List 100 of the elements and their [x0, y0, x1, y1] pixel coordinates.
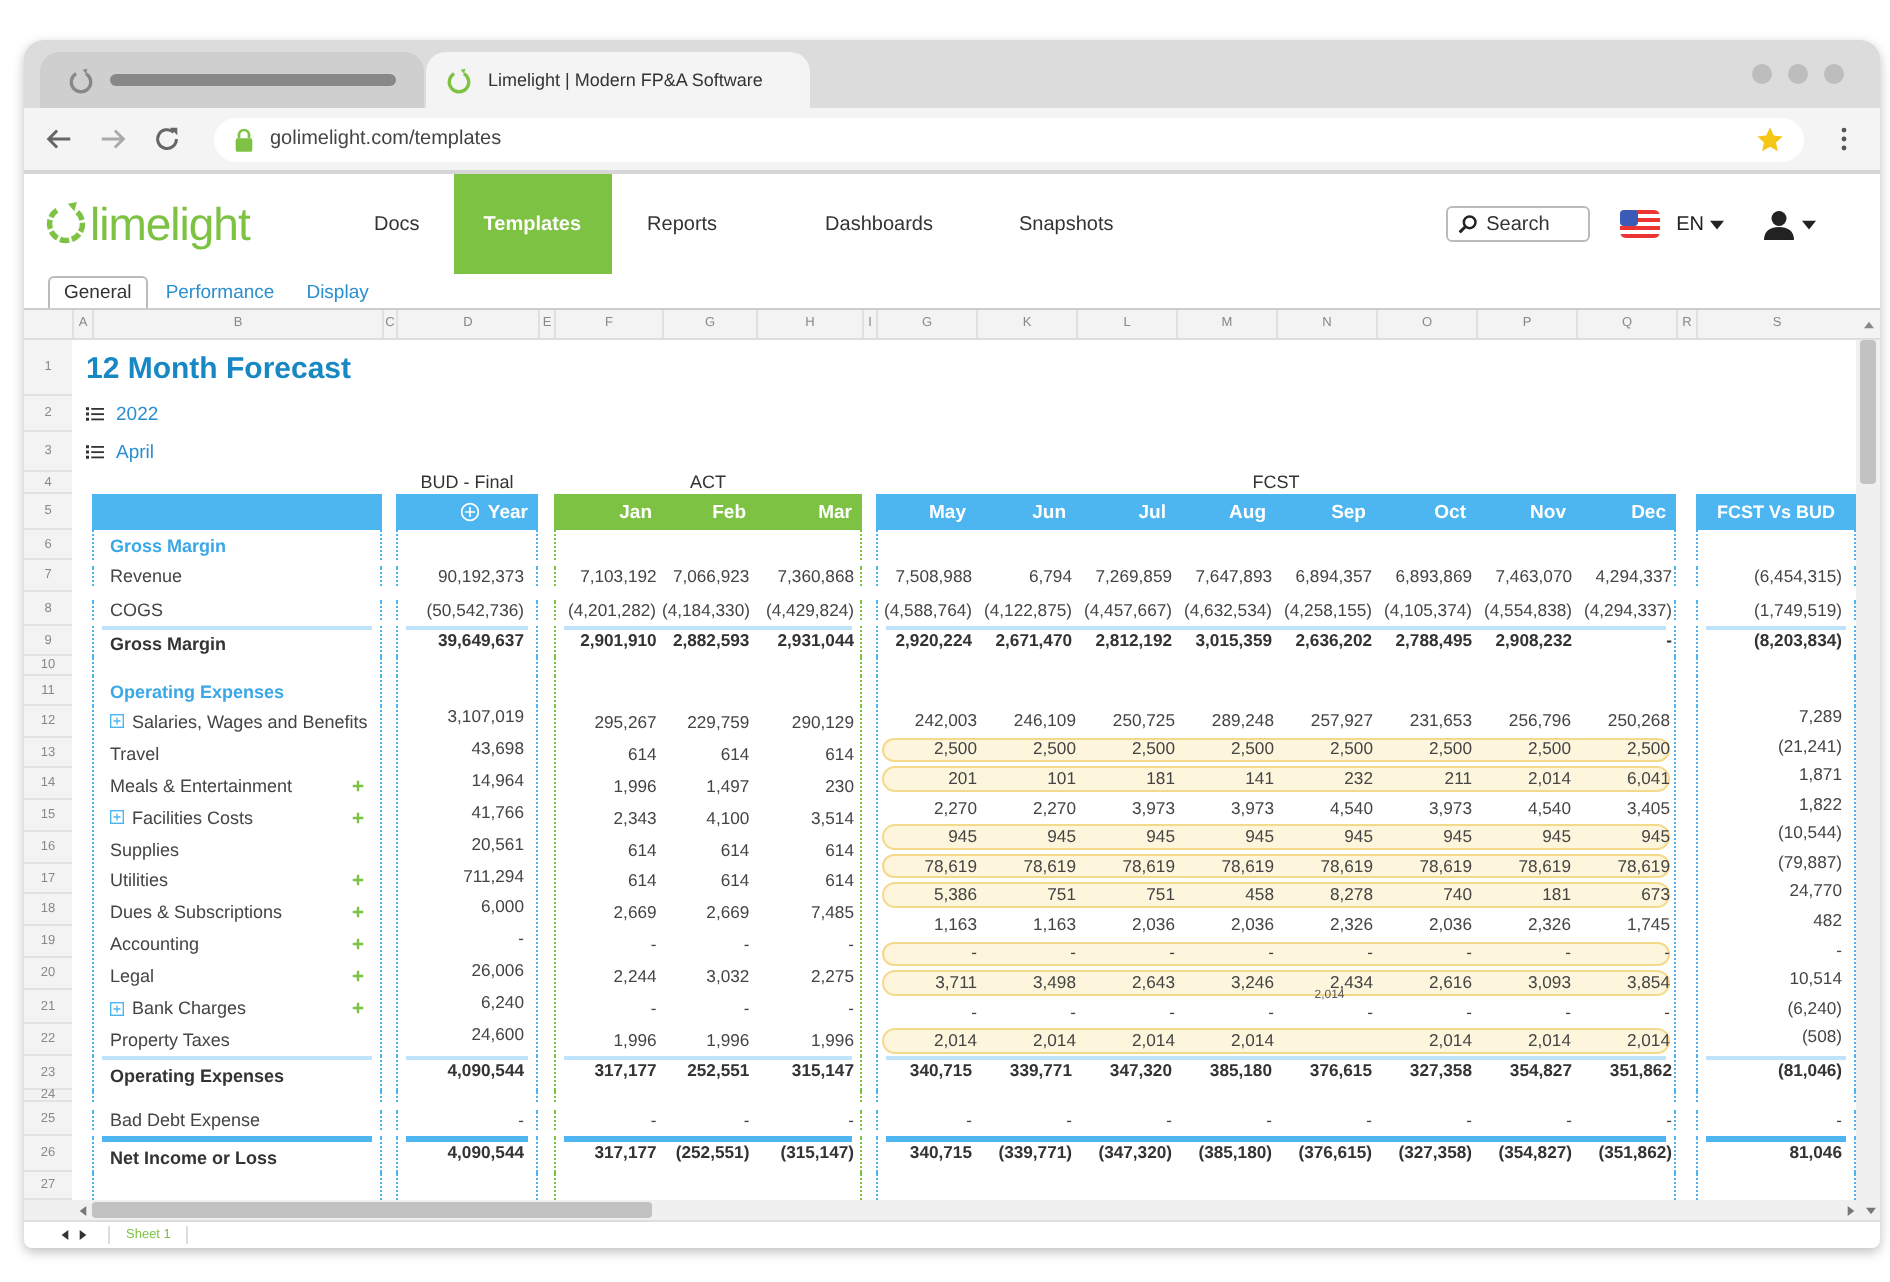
- table-cell-text: 945: [946, 828, 979, 847]
- table-cell-text: -: [1167, 1003, 1177, 1022]
- table-cell-text: 7,103,192: [578, 566, 659, 586]
- table-cell-text: 2,014: [1426, 1032, 1474, 1051]
- table-cell-text: 1,996: [611, 1030, 659, 1051]
- table-cell-text: 376,615: [1307, 1060, 1374, 1080]
- expand-icon[interactable]: [110, 714, 124, 729]
- table-cell-text: 257,927: [1308, 711, 1375, 730]
- table-cell-text: 290,129: [789, 711, 856, 732]
- logo-icon: [446, 67, 472, 94]
- table-cell-text: (4,554,838): [1482, 599, 1574, 619]
- table-cell-text: 181: [1144, 769, 1177, 788]
- table-cell-text: 945: [1342, 828, 1375, 847]
- table-cell-text: 78,619: [1516, 857, 1573, 876]
- table-cell-text: 2,500: [1228, 740, 1276, 759]
- table-cell-text: 945: [1441, 828, 1474, 847]
- add-icon[interactable]: [352, 970, 364, 983]
- table-cell-text: 751: [1045, 886, 1078, 905]
- table-cell-text: 711,294: [461, 865, 526, 890]
- table-cell-text: 327,358: [1407, 1060, 1474, 1080]
- scroll-down-icon[interactable]: [1865, 1205, 1875, 1215]
- add-circle-icon[interactable]: [459, 502, 480, 522]
- table-cell-text: 250,725: [1110, 711, 1177, 730]
- user-menu-button[interactable]: [1760, 205, 1820, 243]
- add-icon[interactable]: [352, 938, 364, 951]
- nav-link[interactable]: Docs: [340, 174, 454, 274]
- table-cell-text: 2,014: [1228, 1032, 1276, 1051]
- table-cell-text: -: [1068, 1003, 1078, 1022]
- table-cell-text: -: [969, 944, 979, 963]
- table-cell-text: 2,500: [1129, 740, 1177, 759]
- search-field[interactable]: Search: [1446, 206, 1591, 242]
- table-cell-text: 8,278: [1327, 886, 1375, 905]
- star-icon[interactable]: [1756, 125, 1784, 154]
- table-cell-text: 1,996: [611, 775, 659, 796]
- column-header: Jul: [1136, 501, 1168, 523]
- table-cell-text: 339,771: [1007, 1060, 1074, 1080]
- table-cell-text: 2,908,232: [1493, 630, 1574, 650]
- row-label: Legal: [110, 966, 155, 987]
- table-cell-text: 256,796: [1506, 711, 1573, 730]
- table-cell-text: 614: [718, 743, 752, 764]
- table-cell-text: 2,931,044: [775, 630, 856, 650]
- add-icon[interactable]: [352, 811, 364, 824]
- table-cell-text: 7,463,070: [1493, 566, 1574, 586]
- filter-dropdown[interactable]: April: [86, 441, 155, 463]
- menu-icon[interactable]: [1840, 126, 1848, 153]
- table-cell-text: (6,454,315): [1752, 566, 1844, 586]
- browser-tab[interactable]: Limelight | Modern FP&A Software: [426, 52, 810, 109]
- vertical-scrollbar[interactable]: [1856, 340, 1880, 1200]
- table-cell-text: 1,745: [1624, 915, 1672, 934]
- reload-icon[interactable]: [152, 124, 182, 155]
- address-field[interactable]: golimelight.com/templates: [214, 117, 1804, 162]
- table-cell-text: 740: [1441, 886, 1474, 905]
- scroll-left-icon[interactable]: [77, 1205, 87, 1215]
- table-cell-text: 2,500: [1624, 740, 1672, 759]
- table-cell-text: 3,107,019: [445, 706, 526, 730]
- table-cell-text: (4,105,374): [1382, 599, 1474, 619]
- table-cell-text: 246,109: [1011, 711, 1078, 730]
- table-cell-text: 6,000: [478, 896, 526, 921]
- table-cell-text: 2,500: [931, 740, 979, 759]
- previous-sheet-icon[interactable]: [60, 1230, 70, 1240]
- table-cell-text: 250,268: [1605, 711, 1672, 730]
- language-button[interactable]: EN: [1668, 213, 1732, 235]
- tab[interactable]: Performance: [151, 278, 289, 308]
- tab[interactable]: General: [48, 276, 148, 308]
- table-cell-text: -: [969, 1003, 979, 1022]
- browser-tab[interactable]: [40, 52, 424, 109]
- table-cell-text: 3,405: [1624, 799, 1672, 818]
- table-cell-text: 945: [1243, 828, 1276, 847]
- scroll-right-icon[interactable]: [1845, 1205, 1855, 1215]
- row-label: Gross Margin: [108, 631, 229, 656]
- table-cell-text: -: [846, 934, 856, 955]
- add-icon[interactable]: [352, 779, 364, 792]
- table-cell-text: 614: [823, 839, 856, 860]
- table-cell-text: 295,267: [592, 711, 659, 732]
- table-cell-text: 1,822: [1796, 793, 1844, 818]
- column-header: Sep: [1329, 501, 1368, 523]
- table-cell-text: 101: [1045, 769, 1078, 788]
- scroll-up-icon[interactable]: [1863, 319, 1873, 329]
- next-sheet-icon[interactable]: [78, 1230, 88, 1240]
- tab[interactable]: Display: [292, 278, 383, 308]
- nav-link[interactable]: Templates: [453, 174, 612, 274]
- nav-link[interactable]: Reports: [611, 174, 758, 274]
- nav-link[interactable]: Snapshots: [984, 174, 1148, 274]
- table-cell-text: 614: [718, 839, 752, 860]
- filter-dropdown[interactable]: 2022: [86, 403, 159, 425]
- logo-icon: [44, 202, 88, 246]
- table-cell-text: 211: [1442, 769, 1474, 788]
- table-cell-text: -: [1834, 1109, 1844, 1129]
- expand-icon[interactable]: [110, 810, 124, 825]
- add-icon[interactable]: [352, 906, 364, 919]
- add-icon[interactable]: [352, 1002, 364, 1015]
- table-cell-text: 482: [1811, 910, 1844, 935]
- table-cell-text: (4,122,875): [982, 599, 1074, 619]
- expand-icon[interactable]: [110, 1001, 124, 1016]
- table-cell-text: -: [1164, 1109, 1174, 1129]
- column-header: Feb: [710, 501, 748, 523]
- add-icon[interactable]: [352, 874, 364, 887]
- horizontal-scrollbar[interactable]: [24, 1200, 1880, 1220]
- caret-icon: [1802, 219, 1816, 229]
- nav-link[interactable]: Dashboards: [757, 174, 985, 274]
